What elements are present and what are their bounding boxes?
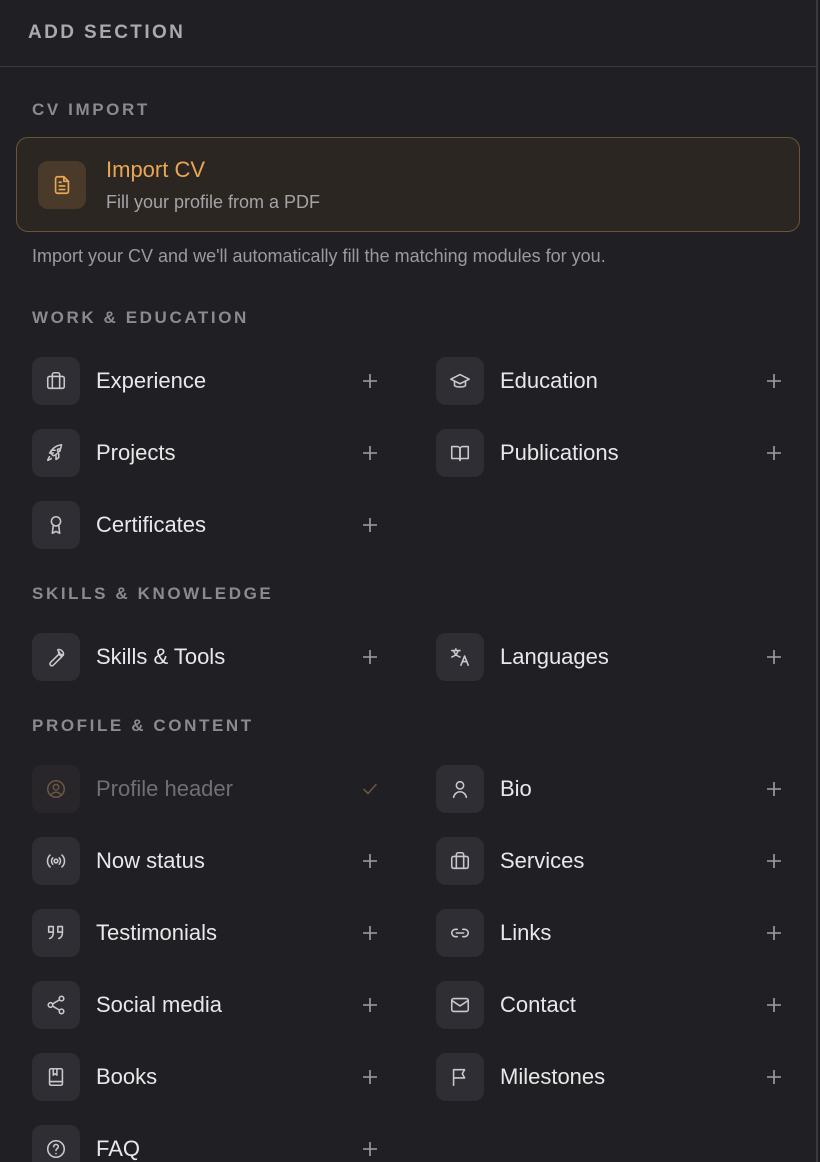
briefcase-icon (436, 837, 484, 885)
user-icon (436, 765, 484, 813)
item-label: Milestones (500, 1064, 606, 1089)
item-label: Education (500, 368, 598, 393)
import-cv-title: Import CV (106, 157, 206, 182)
add-services-item[interactable]: Services (436, 837, 786, 885)
section-title-skills-knowledge: SKILLS & KNOWLEDGE (32, 584, 274, 603)
briefcase-icon (32, 357, 80, 405)
add-certificates-item[interactable]: Certificates (32, 501, 382, 549)
item-label: Languages (500, 644, 609, 669)
plus-icon (358, 1137, 382, 1161)
add-social-media-item[interactable]: Social media (32, 981, 382, 1029)
graduation-cap-icon (436, 357, 484, 405)
import-cv-button[interactable]: Import CV Fill your profile from a PDF (16, 137, 800, 232)
award-icon (32, 501, 80, 549)
book-open-icon (436, 429, 484, 477)
section-title-profile-content: PROFILE & CONTENT (32, 716, 254, 735)
flag-icon (436, 1053, 484, 1101)
plus-icon (358, 645, 382, 669)
plus-icon (762, 993, 786, 1017)
add-faq-item[interactable]: FAQ (32, 1125, 382, 1162)
add-links-item[interactable]: Links (436, 909, 786, 957)
import-cv-subtitle: Fill your profile from a PDF (106, 192, 321, 212)
plus-icon (358, 849, 382, 873)
link-icon (436, 909, 484, 957)
plus-icon (762, 369, 786, 393)
item-label: Certificates (96, 512, 207, 537)
add-milestones-item[interactable]: Milestones (436, 1053, 786, 1101)
share-icon (32, 981, 80, 1029)
quote-icon (32, 909, 80, 957)
plus-icon (358, 441, 382, 465)
import-cv-help-text: Import your CV and we'll automatically f… (32, 246, 606, 266)
add-bio-item[interactable]: Bio (436, 765, 786, 813)
plus-icon (762, 777, 786, 801)
plus-icon (762, 849, 786, 873)
add-publications-item[interactable]: Publications (436, 429, 786, 477)
panel-header: ADD SECTION (0, 0, 816, 67)
book-icon (32, 1053, 80, 1101)
add-now-status-item[interactable]: Now status (32, 837, 382, 885)
add-languages-item[interactable]: Languages (436, 633, 786, 681)
item-label: Bio (500, 776, 532, 801)
plus-icon (358, 993, 382, 1017)
check-icon (358, 777, 382, 801)
item-label: Projects (96, 440, 176, 465)
add-education-item[interactable]: Education (436, 357, 786, 405)
item-label: Books (96, 1064, 158, 1089)
plus-icon (762, 441, 786, 465)
item-label: Links (500, 920, 552, 945)
section-title-cv-import: CV IMPORT (32, 100, 150, 119)
item-label: FAQ (96, 1136, 141, 1161)
wrench-icon (32, 633, 80, 681)
item-label: Testimonials (96, 920, 218, 945)
add-testimonials-item[interactable]: Testimonials (32, 909, 382, 957)
item-label: Social media (96, 992, 222, 1017)
add-contact-item[interactable]: Contact (436, 981, 786, 1029)
item-label: Contact (500, 992, 576, 1017)
item-label: Publications (500, 440, 619, 465)
add-books-item[interactable]: Books (32, 1053, 382, 1101)
plus-icon (762, 921, 786, 945)
panel-title: ADD SECTION (28, 22, 186, 43)
rocket-icon (32, 429, 80, 477)
plus-icon (358, 369, 382, 393)
plus-icon (762, 1065, 786, 1089)
item-label: Services (500, 848, 585, 873)
user-circle-icon (32, 765, 80, 813)
add-skills-tools-item[interactable]: Skills & Tools (32, 633, 382, 681)
file-text-icon (38, 161, 86, 209)
item-label: Skills & Tools (96, 644, 226, 669)
plus-icon (358, 513, 382, 537)
help-circle-icon (32, 1125, 80, 1162)
add-section-panel: ADD SECTION CV IMPORT Import CV Fill you… (0, 0, 818, 1162)
plus-icon (358, 921, 382, 945)
item-label: Profile header (96, 776, 233, 801)
add-experience-item[interactable]: Experience (32, 357, 382, 405)
plus-icon (762, 645, 786, 669)
item-label: Now status (96, 848, 205, 873)
add-projects-item[interactable]: Projects (32, 429, 382, 477)
section-title-work-education: WORK & EDUCATION (32, 308, 249, 327)
broadcast-icon (32, 837, 80, 885)
profile-header-item: Profile header (32, 765, 382, 813)
translate-icon (436, 633, 484, 681)
plus-icon (358, 1065, 382, 1089)
mail-icon (436, 981, 484, 1029)
item-label: Experience (96, 368, 207, 393)
